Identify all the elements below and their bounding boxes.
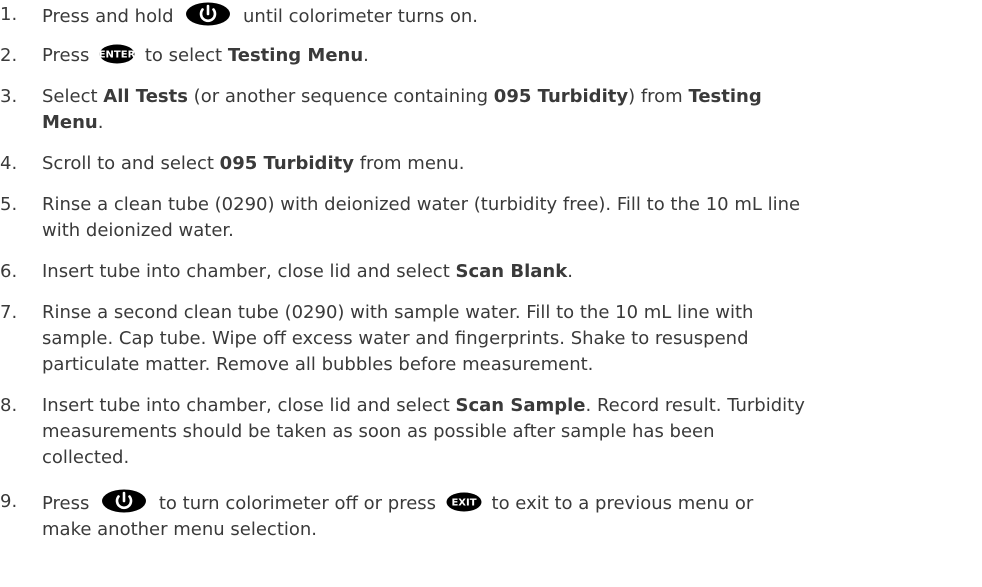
power-button-icon	[102, 489, 147, 513]
step-term: Testing Menu	[227, 45, 364, 66]
step-text-part: to select	[144, 45, 223, 66]
step-term: Scan Sample	[455, 395, 586, 416]
step-line: make another menu selection.	[42, 519, 318, 540]
step-line: Select All Tests (or another sequence co…	[42, 84, 982, 110]
step-text-part: to exit to a previous menu or	[491, 493, 754, 514]
step-text-part: .	[567, 261, 573, 282]
step-term: All Tests	[103, 86, 188, 107]
step-line: sample. Cap tube. Wipe off excess water …	[42, 328, 749, 349]
step-number: 4.	[0, 153, 18, 174]
step-term: 095 Turbidity	[219, 153, 354, 174]
step-text-part: .	[363, 45, 369, 66]
step-line: measurements should be taken as soon as …	[42, 421, 715, 442]
step-text-part: ) from	[628, 86, 683, 107]
step-text-part: until colorimeter turns on.	[243, 6, 478, 27]
step-term: Menu	[42, 112, 98, 133]
exit-button-icon: EXIT	[446, 492, 482, 512]
step-text-part: Insert tube into chamber, close lid and …	[42, 261, 450, 282]
step-text: Select All Tests (or another sequence co…	[42, 84, 982, 136]
exit-button-label: EXIT	[451, 498, 476, 509]
step-term: Scan Blank	[455, 261, 568, 282]
step-number: 9.	[0, 491, 18, 512]
step-text-part: Select	[42, 86, 98, 107]
step-text: Insert tube into chamber, close lid and …	[42, 259, 982, 285]
step-term: 095 Turbidity	[493, 86, 629, 107]
step-text-part: (or another sequence containing	[193, 86, 489, 107]
step-text-part: Insert tube into chamber, close lid and …	[42, 395, 450, 416]
step-line: Menu.	[42, 110, 982, 136]
step-line: Insert tube into chamber, close lid and …	[42, 393, 982, 419]
step-text-part: Press	[42, 45, 90, 66]
step-number: 5.	[0, 194, 18, 215]
step-number: 3.	[0, 86, 18, 107]
step-text: Insert tube into chamber, close lid and …	[42, 393, 982, 471]
step-text-part: Press	[42, 493, 90, 514]
step-line: Press to turn colorimeter off or press E…	[42, 489, 982, 517]
step-term: Testing	[688, 86, 762, 107]
power-button-icon	[186, 2, 231, 26]
step-line: Rinse a clean tube (0290) with deionized…	[42, 194, 801, 215]
step-number: 7.	[0, 302, 18, 323]
step-text-part: .	[97, 112, 104, 133]
step-text: Rinse a second clean tube (0290) with sa…	[42, 300, 982, 378]
step-text-part: . Record result. Turbidity	[585, 395, 805, 416]
step-text-part: to turn colorimeter off or press	[158, 493, 437, 514]
step-text-part: Scroll to and select	[42, 153, 214, 174]
step-number: 8.	[0, 395, 18, 416]
enter-button-icon: ENTER	[99, 44, 135, 64]
step-line: with deionized water.	[42, 220, 234, 241]
step-text: Press and hold until colorimeter turns o…	[42, 2, 982, 30]
step-line: Rinse a second clean tube (0290) with sa…	[42, 302, 754, 323]
step-text: Scroll to and select 095 Turbidity from …	[42, 151, 982, 177]
step-line: collected.	[42, 447, 130, 468]
step-number: 1.	[0, 4, 18, 25]
step-text: Press to turn colorimeter off or press E…	[42, 489, 982, 543]
step-text-part: from menu.	[359, 153, 465, 174]
step-text-part: Press and hold	[42, 6, 174, 27]
step-text: Press ENTER to select Testing Menu.	[42, 43, 982, 69]
step-line: particulate matter. Remove all bubbles b…	[42, 354, 594, 375]
step-number: 6.	[0, 261, 18, 282]
step-text: Rinse a clean tube (0290) with deionized…	[42, 192, 982, 244]
step-number: 2.	[0, 45, 18, 66]
enter-button-label: ENTER	[99, 50, 135, 61]
